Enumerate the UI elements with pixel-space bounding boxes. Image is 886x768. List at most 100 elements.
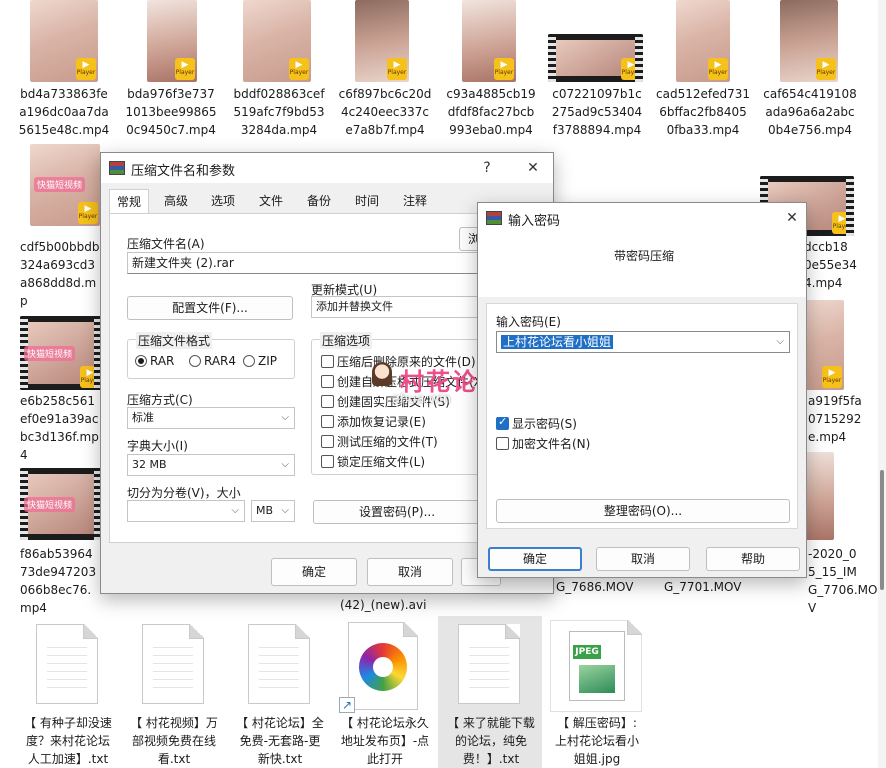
chevron-down-icon: ⌵ <box>281 412 289 423</box>
cancel-button[interactable]: 取消 <box>596 547 690 571</box>
file-item[interactable]: f86ab5396473de947203066b8ec76.mp4 <box>20 545 100 617</box>
file-item[interactable]: (42)_(new).avi <box>340 596 440 614</box>
tab-general[interactable]: 常规 <box>109 189 150 213</box>
file-name: 【 解压密码】: 上村花论坛看小姐姐.jpg <box>554 716 639 766</box>
split-size-input[interactable]: ⌵ <box>127 500 245 522</box>
file-name: c6f897bc6c20d4c240eec337ce7a8b7f.mp4 <box>338 87 432 137</box>
file-item[interactable]: e6b258c561ef0e91a39acbc3d136f.mp4 <box>20 392 100 464</box>
file-item[interactable]: c93a4885cb19dfdf8fac27bcb993eba0.mp4 <box>444 85 538 139</box>
archive-options-title: 压缩选项 <box>320 332 373 349</box>
chevron-down-icon: ⌵ <box>281 505 289 516</box>
password-input[interactable]: 上村花论坛看小姐姐 ⌵ <box>496 331 790 353</box>
file-item[interactable]: G_7686.MOV <box>556 578 636 596</box>
scrollbar-thumb[interactable] <box>880 470 884 590</box>
file-item[interactable]: 【 村花论坛】全免费-无套路-更新快.txt <box>234 714 326 768</box>
file-name: (42)_(new).avi <box>340 598 427 612</box>
tab-time[interactable]: 时间 <box>348 189 386 213</box>
compression-method-select[interactable]: 标准 ⌵ <box>127 407 295 429</box>
file-item[interactable]: 【 有种子却没速度？来村花论坛人工加速】.txt <box>22 714 114 768</box>
close-icon[interactable]: ✕ <box>780 207 804 229</box>
ok-button[interactable]: 确定 <box>271 558 357 586</box>
option-lock-archive[interactable]: 锁定压缩文件(L) <box>321 453 425 470</box>
help-button[interactable]: 帮助 <box>706 547 800 571</box>
update-mode-value: 添加并替换文件 <box>316 300 393 313</box>
checkbox-icon <box>321 415 334 428</box>
video-thumbnail[interactable]: 快猫短视频Player <box>30 144 100 226</box>
winrar-icon <box>486 211 502 225</box>
option-recovery-record[interactable]: 添加恢复记录(E) <box>321 413 426 430</box>
option-label: 测试压缩的文件(T) <box>337 435 438 449</box>
file-item[interactable]: 【 来了就能下载的论坛，纯免费！】.txt <box>444 714 538 768</box>
file-name: e6b258c561ef0e91a39acbc3d136f.mp4 <box>20 394 99 462</box>
help-icon[interactable]: ? <box>475 157 499 179</box>
video-thumbnail[interactable]: Player <box>30 0 98 82</box>
profiles-button[interactable]: 配置文件(F)... <box>127 296 293 320</box>
ok-button[interactable]: 确定 <box>488 547 582 571</box>
dictionary-size-select[interactable]: 32 MB ⌵ <box>127 454 295 476</box>
update-mode-select[interactable]: 添加并替换文件 <box>311 296 481 318</box>
encrypt-names-checkbox[interactable]: 加密文件名(N) <box>496 435 590 452</box>
format-rar-label: RAR <box>150 354 175 368</box>
video-thumbnail[interactable]: Player <box>355 0 409 82</box>
dialog-title-bar[interactable]: 输入密码 ✕ <box>478 203 806 233</box>
set-password-button[interactable]: 设置密码(P)... <box>313 500 481 524</box>
shortcut-icon: ↗ <box>339 622 418 713</box>
show-password-checkbox[interactable]: 显示密码(S) <box>496 415 577 432</box>
dialog-heading: 带密码压缩 <box>614 249 675 263</box>
option-test-archived[interactable]: 测试压缩的文件(T) <box>321 433 438 450</box>
file-item[interactable]: a919f5fa 0715292 e.mp4 <box>808 392 868 446</box>
archive-name-input[interactable]: 新建文件夹 (2).rar <box>127 252 479 274</box>
split-unit-select[interactable]: MB ⌵ <box>251 500 295 522</box>
file-item[interactable]: bd4a733863fea196dc0aa7da5615e48c.mp4 <box>18 85 110 139</box>
close-icon[interactable]: ✕ <box>521 157 545 179</box>
tab-advanced[interactable]: 高级 <box>157 189 195 213</box>
tab-comment[interactable]: 注释 <box>396 189 434 213</box>
file-item[interactable]: cad512efed7316bffac2fb84050fba33.mp4 <box>656 85 750 139</box>
player-badge-icon: Player <box>80 366 100 388</box>
dialog-header-panel <box>478 233 806 297</box>
checkbox-icon <box>321 375 334 388</box>
player-badge-icon: Player <box>816 58 836 80</box>
file-item[interactable]: caf654c419108ada96a6a2abc0b4e756.mp4 <box>762 85 858 139</box>
dialog-title: 压缩文件名和参数 <box>131 164 236 179</box>
checkbox-icon <box>321 395 334 408</box>
file-item[interactable]: 【 解压密码】: 上村花论坛看小姐姐.jpg <box>550 714 644 768</box>
file-item[interactable]: 【 村花视频】万部视频免费在线看.txt <box>128 714 220 768</box>
video-thumbnail[interactable]: Player <box>147 0 197 82</box>
app-logo: 快猫短视频 <box>24 496 76 512</box>
video-thumbnail[interactable]: Player <box>462 0 516 82</box>
dialog-title-bar[interactable]: 压缩文件名和参数 ? ✕ <box>101 153 553 183</box>
file-name: c07221097b1c275ad9c53404f3788894.mp4 <box>551 87 643 137</box>
winrar-icon <box>109 161 125 175</box>
video-thumbnail[interactable]: Player <box>780 0 838 82</box>
file-name: 【 来了就能下载的论坛，纯免费！】.txt <box>447 716 535 766</box>
video-thumbnail[interactable] <box>804 452 834 540</box>
file-item[interactable]: -2020_0 5_15_IM G_7706.MOV <box>808 545 878 617</box>
tab-options[interactable]: 选项 <box>204 189 242 213</box>
file-name: bd4a733863fea196dc0aa7da5615e48c.mp4 <box>18 87 110 137</box>
file-item[interactable]: dccb18 0e55e34 4.mp4 <box>804 238 864 292</box>
format-rar4-radio[interactable]: RAR4 <box>189 354 236 368</box>
tab-files[interactable]: 文件 <box>252 189 290 213</box>
video-thumbnail[interactable]: Player <box>243 0 311 82</box>
tab-backup[interactable]: 备份 <box>300 189 338 213</box>
compression-method-label: 压缩方式(C) <box>127 393 193 407</box>
video-thumbnail[interactable]: Player <box>676 0 730 82</box>
format-zip-radio[interactable]: ZIP <box>243 354 277 368</box>
cancel-button[interactable]: 取消 <box>367 558 453 586</box>
file-item[interactable]: c07221097b1c275ad9c53404f3788894.mp4 <box>550 85 644 139</box>
file-item[interactable]: c6f897bc6c20d4c240eec337ce7a8b7f.mp4 <box>338 85 432 139</box>
file-item[interactable]: bda976f3e7371013bee998650c9450c7.mp4 <box>124 85 218 139</box>
video-thumbnail[interactable]: 快猫短视频 <box>20 468 102 540</box>
file-item[interactable]: 【 村花论坛永久地址发布页】-点此打开 <box>338 714 432 768</box>
file-item[interactable]: G_7701.MOV <box>664 578 744 596</box>
format-rar-radio[interactable]: RAR <box>135 354 174 368</box>
file-item[interactable]: cdf5b00bbdb324a693cd3a868dd8d.mp <box>20 238 100 310</box>
text-file-icon <box>248 624 310 704</box>
video-thumbnail[interactable]: 快猫短视频Player <box>20 316 102 390</box>
scrollbar[interactable] <box>878 0 886 768</box>
organize-passwords-button[interactable]: 整理密码(O)... <box>496 499 790 523</box>
file-item[interactable]: bddf028863cef519afc7f9bd533284da.mp4 <box>232 85 326 139</box>
video-thumbnail[interactable]: Player <box>548 34 643 82</box>
video-thumbnail[interactable]: Player <box>804 300 844 390</box>
